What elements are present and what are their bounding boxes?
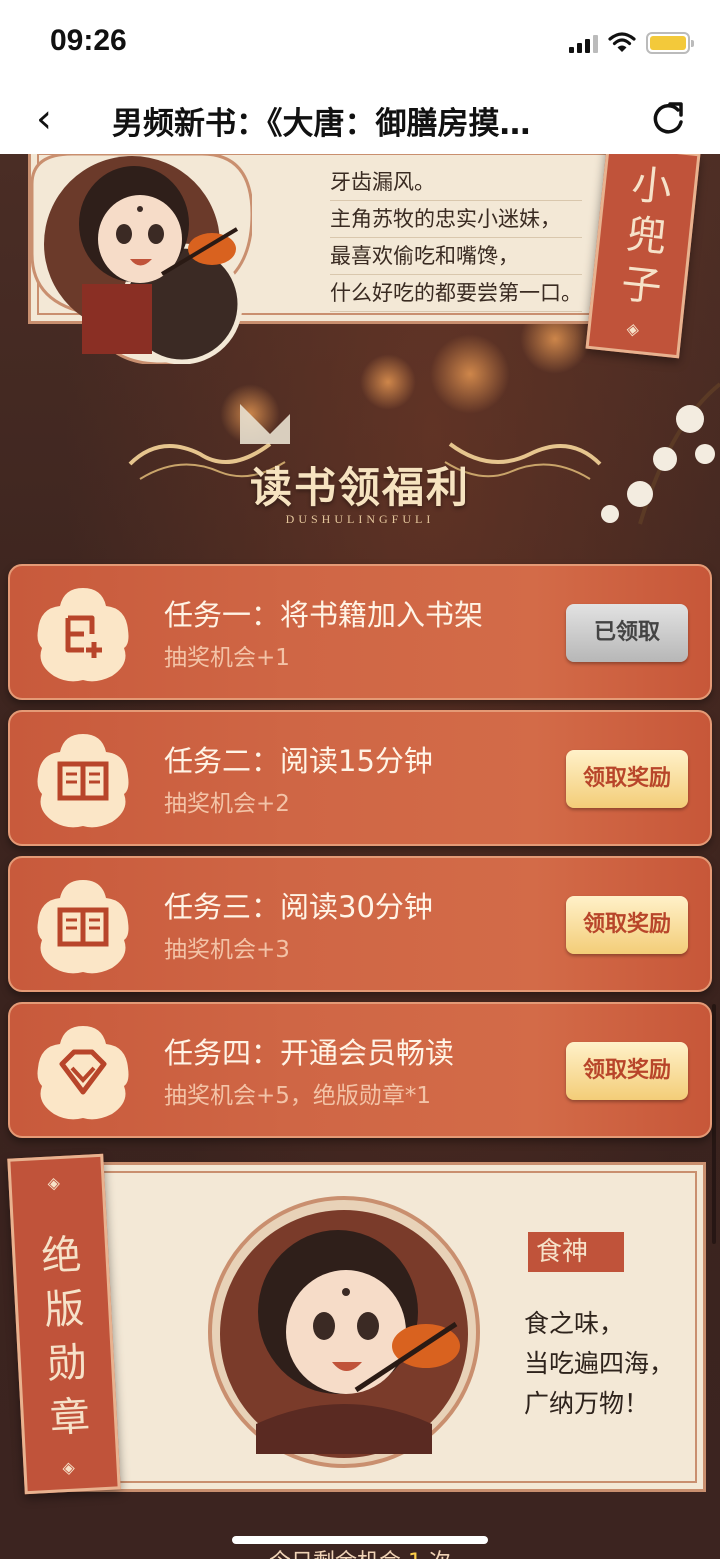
claim-reward-button[interactable]: 领取奖励 <box>566 896 688 954</box>
intro-line: 什么好吃的都要尝第一口。 <box>330 275 582 312</box>
medal-portrait-image <box>208 1196 480 1468</box>
refresh-icon[interactable] <box>648 98 688 138</box>
task-title: 任务二：阅读15分钟 <box>164 744 433 778</box>
wifi-icon <box>608 32 636 52</box>
intro-line: 最喜欢偷吃和嘴馋， <box>330 238 582 275</box>
medal-line: 食之味， <box>524 1309 625 1338</box>
task-reward: 抽奖机会+3 <box>164 937 290 963</box>
home-indicator[interactable] <box>232 1536 488 1544</box>
knot-icon: ◈ <box>62 1457 76 1478</box>
task-card: 任务三：阅读30分钟 抽奖机会+3 领取奖励 <box>8 856 712 992</box>
remaining-prefix: 今日剩余机会 <box>269 1550 401 1559</box>
task-card: 任务一：将书籍加入书架 抽奖机会+1 已领取 <box>8 564 712 700</box>
remaining-chances-text: 今日剩余机会 1 次 <box>0 1544 720 1559</box>
status-bar: 09:26 <box>0 0 720 84</box>
remaining-count: 1 <box>408 1550 422 1559</box>
scrollbar[interactable] <box>712 1004 716 1244</box>
medal-banner: ◈ 绝版勋章 ◈ <box>7 1153 121 1495</box>
task-title: 任务一：将书籍加入书架 <box>164 598 484 632</box>
claimed-button[interactable]: 已领取 <box>566 604 688 662</box>
lantern-decoration <box>360 354 416 410</box>
section-subtitle: DUSHULINGFULI <box>285 512 435 526</box>
claim-reward-button[interactable]: 领取奖励 <box>566 1042 688 1100</box>
character-portrait-image <box>30 154 252 364</box>
status-time: 09:26 <box>50 24 127 57</box>
task-reward: 抽奖机会+2 <box>164 791 290 817</box>
task-reward: 抽奖机会+5，绝版勋章*1 <box>164 1083 432 1109</box>
back-button[interactable]: ‹ <box>36 96 52 142</box>
knot-icon: ◈ <box>47 1173 61 1193</box>
medal-line: 当吃遍四海， <box>524 1349 675 1378</box>
nav-bar: ‹ 男频新书：《大唐：御膳房摸… <box>0 84 720 154</box>
medal-banner-text: 绝版勋章 <box>40 1232 92 1442</box>
task-card: 任务二：阅读15分钟 抽奖机会+2 领取奖励 <box>8 710 712 846</box>
character-intro-text: 牙齿漏风。 主角苏牧的忠实小迷妹， 最喜欢偷吃和嘴馋， 什么好吃的都要尝第一口。 <box>330 164 582 312</box>
bookshelf-add-icon <box>37 588 129 682</box>
medal-description: 食之味， 当吃遍四海， 广纳万物！ <box>524 1304 674 1424</box>
medal-line: 广纳万物！ <box>524 1389 650 1418</box>
task-reward: 抽奖机会+1 <box>164 645 290 671</box>
page-title: 男频新书：《大唐：御膳房摸… <box>112 106 531 142</box>
character-name-banner: 小兜子 ◈ <box>585 154 701 359</box>
book-icon <box>37 880 129 974</box>
cellular-signal-icon <box>569 33 598 53</box>
status-icons <box>569 30 694 56</box>
task-title: 任务三：阅读30分钟 <box>164 890 433 924</box>
diamond-icon <box>37 1026 129 1120</box>
battery-icon <box>646 32 694 54</box>
section-title: 读书领福利 <box>249 463 470 512</box>
intro-line: 牙齿漏风。 <box>330 164 582 201</box>
knot-icon: ◈ <box>625 318 641 339</box>
intro-line: 主角苏牧的忠实小迷妹， <box>330 201 582 238</box>
medal-tag: 食神 <box>528 1232 624 1272</box>
book-icon <box>37 734 129 828</box>
claim-reward-button[interactable]: 领取奖励 <box>566 750 688 808</box>
task-card: 任务四：开通会员畅读 抽奖机会+5，绝版勋章*1 领取奖励 <box>8 1002 712 1138</box>
character-name: 小兜子 <box>619 161 675 311</box>
remaining-suffix: 次 <box>429 1550 451 1559</box>
page-content[interactable]: 牙齿漏风。 主角苏牧的忠实小迷妹， 最喜欢偷吃和嘴馋， 什么好吃的都要尝第一口。… <box>0 154 720 1559</box>
task-title: 任务四：开通会员畅读 <box>164 1036 455 1070</box>
